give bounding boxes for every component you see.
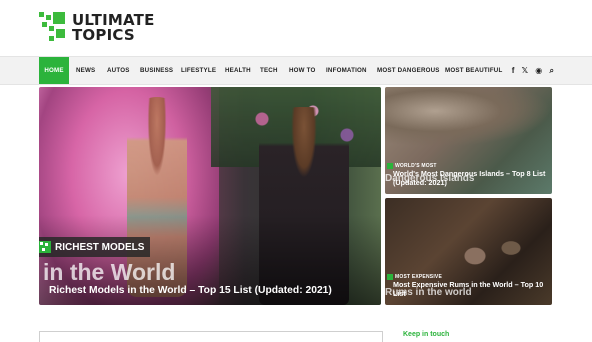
nav-item-infomation[interactable]: INFOMATION [326, 57, 367, 84]
nav-item-lifestyle[interactable]: LIFESTYLE [181, 57, 216, 84]
logo-line2: TOPICS [72, 26, 135, 44]
nav-item-most-dangerous[interactable]: MOST DANGEROUS [377, 57, 440, 84]
rss-icon[interactable]: ◉ [535, 57, 542, 84]
category-icon [39, 241, 51, 253]
site-logo[interactable]: ULTIMATE TOPICS [39, 12, 159, 46]
logo-text: ULTIMATE TOPICS [72, 13, 155, 43]
featured-main-category: RICHEST MODELS [55, 241, 145, 253]
islands-image [385, 87, 552, 147]
nav-social-icons: f 𝕏 ◉ ⌕ [507, 57, 554, 84]
nav-item-news[interactable]: NEWS [76, 57, 95, 84]
rums-image [455, 208, 535, 288]
logo-mark-icon [39, 12, 67, 44]
search-icon[interactable]: ⌕ [550, 57, 554, 84]
featured-side-tile-2[interactable]: Rums in the world MOST EXPENSIVE Most Ex… [385, 198, 552, 305]
featured-side-tile-1[interactable]: Dangerous Islands WORLD'S MOST World's M… [385, 87, 552, 194]
nav-item-how-to[interactable]: HOW TO [289, 57, 316, 84]
nav-item-home[interactable]: HOME [39, 57, 69, 84]
site-header: ULTIMATE TOPICS [0, 0, 592, 56]
side1-headline[interactable]: World's Most Dangerous Islands – Top 8 L… [393, 169, 549, 187]
featured-main-tile[interactable]: RICHEST MODELS in the World Richest Mode… [39, 87, 381, 305]
nav-item-most-beautiful[interactable]: MOST BEAUTIFUL [445, 57, 502, 84]
nav-item-business[interactable]: BUSINESS [140, 57, 173, 84]
featured-main-headline[interactable]: Richest Models in the World – Top 15 Lis… [49, 285, 332, 296]
side2-headline[interactable]: Most Expensive Rums in the World – Top 1… [393, 280, 549, 298]
nav-item-health[interactable]: HEALTH [225, 57, 251, 84]
featured-main-category-badge: RICHEST MODELS [39, 237, 151, 257]
nav-item-tech[interactable]: TECH [260, 57, 278, 84]
twitter-icon[interactable]: 𝕏 [522, 57, 528, 84]
featured-main-image-text: in the World [43, 259, 176, 285]
nav-item-autos[interactable]: AUTOS [107, 57, 130, 84]
facebook-icon[interactable]: f [512, 57, 515, 84]
main-nav: HOME NEWS AUTOS BUSINESS LIFESTYLE HEALT… [0, 56, 592, 85]
